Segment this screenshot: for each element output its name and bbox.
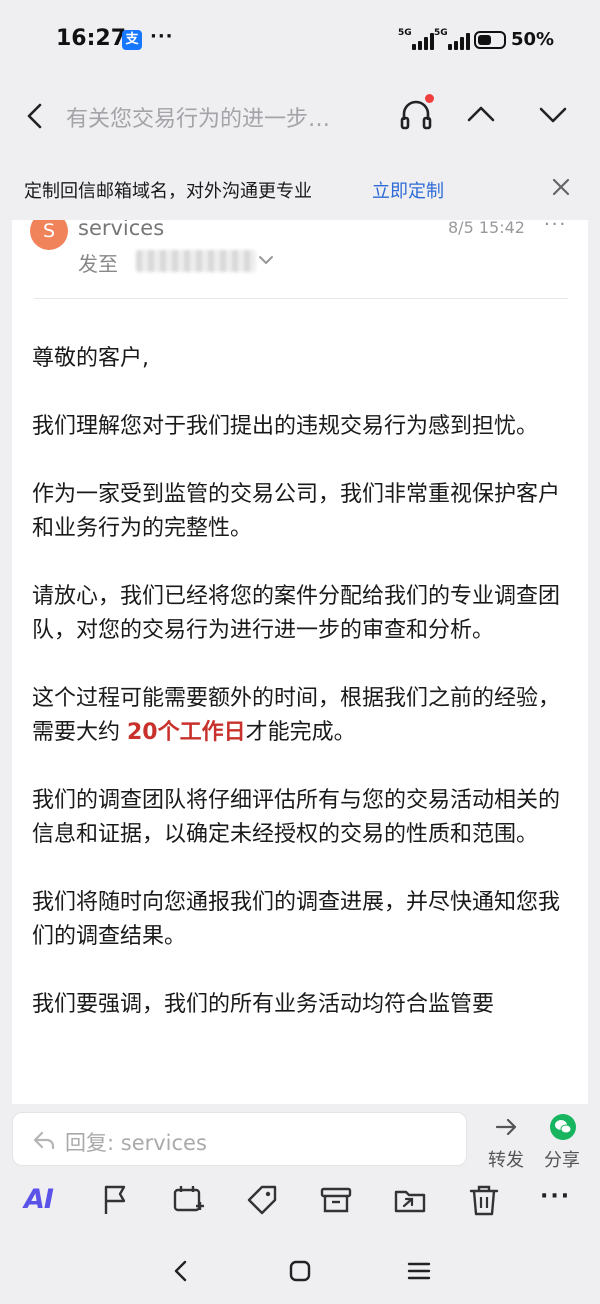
status-time: 16:27 xyxy=(56,26,127,51)
mail-subject-title: 有关您交易行为的进一步… xyxy=(66,107,331,132)
mail-date: 8/5 15:42 xyxy=(448,220,525,237)
customize-now-link[interactable]: 立即定制 xyxy=(372,177,444,203)
toolbar-more-icon[interactable]: ··· xyxy=(540,1184,571,1209)
mail-body: 尊敬的客户, 我们理解您对于我们提出的违规交易行为感到担忧。 作为一家受到监管的… xyxy=(32,342,572,1056)
share-button[interactable]: 分享 xyxy=(540,1110,584,1171)
system-navigation-bar xyxy=(0,1246,600,1304)
mail-more-options-icon[interactable]: ··· xyxy=(544,220,567,235)
mail-greeting: 尊敬的客户, xyxy=(32,346,149,371)
mail-paragraph: 我们要强调，我们的所有业务活动均符合监管要 xyxy=(32,992,495,1017)
recipient-address-redacted xyxy=(136,250,256,272)
forward-button[interactable]: 转发 xyxy=(484,1110,528,1171)
alipay-notification-icon: 支 xyxy=(122,30,142,50)
sender-avatar[interactable]: S xyxy=(30,220,68,250)
promo-banner: 定制回信邮箱域名，对外沟通更专业 立即定制 xyxy=(0,156,600,220)
back-arrow-icon[interactable] xyxy=(18,98,54,134)
archive-icon[interactable] xyxy=(318,1182,354,1218)
mail-paragraph: 我们的调查团队将仔细评估所有与您的交易活动相关的信息和证据，以确定未经授权的交易… xyxy=(32,788,561,847)
system-menu-icon[interactable] xyxy=(406,1258,432,1284)
move-to-folder-icon[interactable] xyxy=(392,1182,428,1218)
add-to-calendar-icon[interactable] xyxy=(170,1182,206,1218)
signal-strength-1-icon: 5G xyxy=(398,28,434,50)
wechat-icon xyxy=(550,1114,576,1140)
signal-strength-2-icon: 5G xyxy=(434,28,470,50)
sender-name[interactable]: services xyxy=(78,220,164,240)
mail-paragraph: 作为一家受到监管的交易公司，我们非常重视保护客户和业务行为的完整性。 xyxy=(32,482,561,541)
flag-icon[interactable] xyxy=(98,1182,134,1218)
battery-percentage: 50% xyxy=(511,29,555,50)
mail-paragraph: 这个过程可能需要额外的时间，根据我们之前的经验，需要大约 20个工作日才能完成。 xyxy=(32,682,572,750)
unread-red-dot xyxy=(425,94,434,103)
ai-assistant-button[interactable]: AI xyxy=(24,1184,54,1215)
mail-paragraph: 我们将随时向您通报我们的调查进展，并尽快通知您我们的调查结果。 xyxy=(32,890,561,949)
more-notifications-icon: ··· xyxy=(150,26,174,47)
battery-icon xyxy=(474,31,506,49)
mail-paragraph: 请放心，我们已经将您的案件分配给我们的专业调查团队，对您的交易行为进行进一步的审… xyxy=(32,584,561,643)
expand-recipients-chevron-icon[interactable] xyxy=(256,250,276,270)
system-back-icon[interactable] xyxy=(168,1258,194,1284)
mail-content-card: S services 8/5 15:42 ··· 发至 尊敬的客户, 我们理解您… xyxy=(12,220,588,1104)
previous-mail-chevron-up-icon[interactable] xyxy=(462,96,500,134)
banner-text: 定制回信邮箱域名，对外沟通更专业 xyxy=(24,181,312,202)
tag-icon[interactable] xyxy=(244,1182,280,1218)
reply-input[interactable]: 回复: services xyxy=(12,1112,467,1166)
mail-paragraph: 我们理解您对于我们提出的违规交易行为感到担忧。 xyxy=(32,414,539,439)
next-mail-chevron-down-icon[interactable] xyxy=(534,96,572,134)
system-home-icon[interactable] xyxy=(287,1258,313,1284)
header-divider xyxy=(34,298,568,299)
highlighted-duration: 20个工作日 xyxy=(127,720,246,745)
banner-close-icon[interactable] xyxy=(548,174,574,200)
recipient-label: 发至 xyxy=(78,252,118,276)
forward-label: 转发 xyxy=(488,1150,524,1171)
reply-placeholder: 回复: services xyxy=(65,1131,207,1155)
reply-arrow-icon xyxy=(33,1131,55,1150)
share-label: 分享 xyxy=(544,1150,580,1171)
mail-text: 才能完成。 xyxy=(245,720,356,745)
delete-trash-icon[interactable] xyxy=(466,1182,502,1218)
forward-arrow-icon xyxy=(495,1118,517,1136)
status-bar: 16:27 支 ··· 5G 5G 50% xyxy=(0,0,600,82)
mail-header: 有关您交易行为的进一步… xyxy=(0,82,600,152)
